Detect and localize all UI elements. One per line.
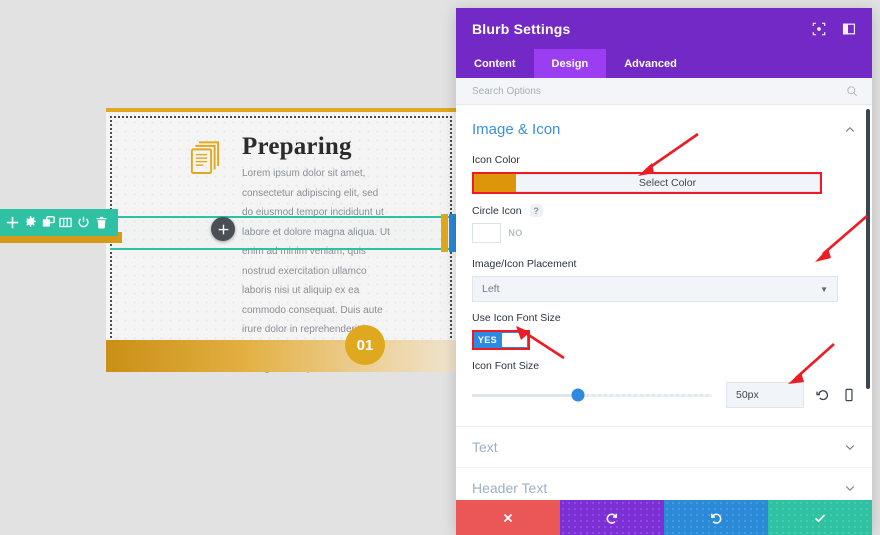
icon-font-size-label-wrap: Icon Font Size — [456, 360, 872, 372]
section-title: Image & Icon — [472, 121, 561, 138]
redo-button[interactable] — [664, 500, 768, 535]
select-color-button[interactable]: Select Color — [516, 174, 820, 192]
placement-field: Image/Icon Placement Left ▼ — [456, 258, 872, 302]
redo-icon — [711, 513, 722, 524]
module-hover-highlight — [110, 216, 456, 250]
panel-tabs[interactable]: Content Design Advanced — [456, 49, 872, 78]
help-icon[interactable]: ? — [529, 204, 543, 217]
plus-icon[interactable] — [6, 216, 19, 229]
placement-select[interactable]: Left ▼ — [472, 276, 838, 302]
tab-advanced[interactable]: Advanced — [606, 49, 695, 78]
mobile-icon[interactable] — [842, 388, 856, 402]
icon-color-field: Icon Color Select Color — [456, 154, 872, 194]
chevron-up-icon[interactable] — [844, 124, 856, 136]
blurb-title: Preparing — [242, 133, 352, 160]
module-actions-toolbar[interactable] — [0, 209, 118, 236]
blurb-settings-panel: Blurb Settings Content Design Advanced I… — [456, 8, 872, 535]
icon-font-size-slider[interactable] — [472, 388, 712, 402]
search-options-row[interactable] — [456, 78, 872, 105]
accordion-label: Text — [472, 439, 498, 455]
toggle-label: NO — [508, 228, 523, 238]
fullscreen-icon[interactable] — [812, 22, 826, 36]
slider-thumb[interactable] — [571, 388, 585, 402]
power-icon[interactable] — [77, 216, 90, 229]
use-icon-font-size-field: Use Icon Font Size YES — [456, 312, 872, 350]
icon-color-swatch[interactable] — [474, 174, 516, 192]
placement-label: Image/Icon Placement — [472, 258, 577, 270]
slider-fill — [472, 393, 578, 397]
columns-icon[interactable] — [59, 216, 72, 229]
search-icon[interactable] — [846, 85, 858, 97]
cancel-button[interactable] — [456, 500, 560, 535]
accordion-label: Header Text — [472, 480, 548, 496]
panel-scrollbar[interactable] — [866, 109, 870, 389]
save-button[interactable] — [768, 500, 872, 535]
panel-layout-icon[interactable] — [842, 22, 856, 36]
panel-header: Blurb Settings — [456, 8, 872, 49]
circle-icon-label: Circle Icon ? — [472, 204, 856, 217]
use-icon-font-size-label: Use Icon Font Size — [472, 312, 561, 324]
close-icon — [503, 513, 513, 522]
chevron-down-icon[interactable] — [844, 482, 856, 494]
panel-title: Blurb Settings — [472, 20, 571, 37]
use-icon-font-size-toggle[interactable]: YES — [472, 330, 530, 350]
caret-down-icon: ▼ — [820, 284, 828, 294]
tab-design[interactable]: Design — [533, 49, 607, 78]
circle-icon-field: Circle Icon ? NO — [456, 204, 872, 248]
panel-body: Image & Icon Icon Color Select Color Cir… — [456, 105, 872, 500]
check-icon — [815, 514, 826, 522]
step-number-badge: 01 — [345, 325, 385, 365]
icon-font-size-label: Icon Font Size — [472, 360, 540, 372]
trash-icon[interactable] — [95, 216, 108, 229]
circle-icon-label-text: Circle Icon — [472, 204, 522, 217]
builder-canvas: Preparing Lorem ipsum dolor sit amet, co… — [0, 0, 463, 535]
icon-color-control[interactable]: Select Color — [472, 172, 822, 194]
duplicate-icon[interactable] — [42, 216, 55, 229]
reset-icon[interactable] — [816, 388, 830, 402]
icon-font-size-input[interactable]: 50px — [726, 382, 804, 408]
canvas-amber-tab — [441, 214, 448, 252]
toggle-knob — [472, 223, 501, 243]
accordion-text[interactable]: Text — [456, 426, 872, 467]
orange-footer-band — [106, 340, 456, 372]
search-input[interactable] — [470, 84, 846, 98]
toggle-label: YES — [474, 332, 501, 348]
add-row-button[interactable] — [211, 217, 235, 241]
icon-color-label: Icon Color — [472, 154, 520, 166]
accordion-header-text[interactable]: Header Text — [456, 467, 872, 500]
undo-icon — [606, 513, 617, 524]
undo-button[interactable] — [560, 500, 664, 535]
chevron-down-icon[interactable] — [844, 441, 856, 453]
panel-footer — [456, 500, 872, 535]
toggle-knob — [500, 332, 528, 348]
icon-font-size-row: 50px — [456, 382, 872, 408]
tab-content[interactable]: Content — [456, 49, 534, 78]
gear-icon[interactable] — [24, 216, 37, 229]
placement-value: Left — [482, 283, 500, 295]
plus-icon — [218, 224, 228, 234]
circle-icon-toggle[interactable]: NO — [472, 223, 530, 243]
image-and-icon-section-header[interactable]: Image & Icon — [456, 105, 872, 144]
